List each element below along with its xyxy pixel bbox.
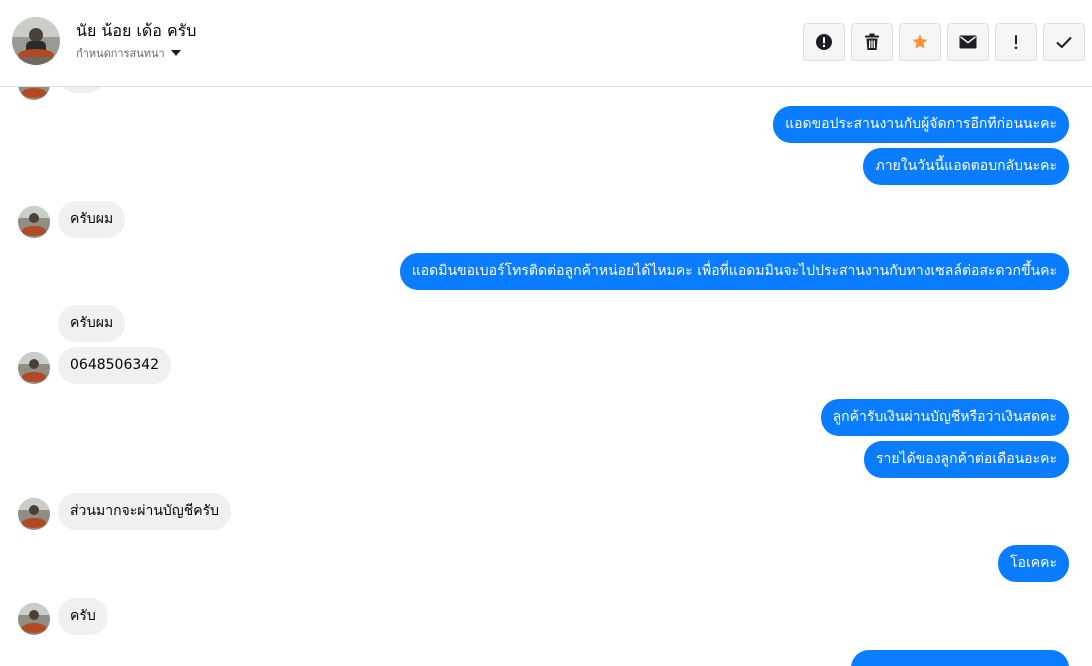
- message-bubble-outgoing: รายได้ของลูกค้าต่อเดือนอะคะ: [864, 441, 1069, 478]
- mark-unread-button[interactable]: [947, 23, 989, 61]
- message-thread: แอดขอประสานงานกับผู้จัดการอีกทีก่อนนะคะ …: [0, 87, 1092, 666]
- important-button[interactable]: [995, 23, 1037, 61]
- avatar[interactable]: [12, 17, 60, 65]
- message-bubble-incoming: ครับ: [58, 598, 108, 635]
- avatar: [18, 87, 50, 100]
- message-bubble-partial: [851, 650, 1069, 666]
- alert-circle-icon: [816, 34, 832, 50]
- message-bubble-outgoing: แอดขอประสานงานกับผู้จัดการอีกทีก่อนนะคะ: [773, 106, 1069, 143]
- envelope-icon: [959, 35, 977, 49]
- check-icon: [1056, 36, 1072, 48]
- contact-name: นัย น้อย เด้อ ครับ: [76, 21, 197, 40]
- schedule-dropdown[interactable]: กำหนดการสนทนา: [76, 44, 181, 62]
- message-bubble-incoming: 0648506342: [58, 347, 172, 384]
- toolbar: [803, 23, 1085, 61]
- message-bubble-outgoing: ลูกค้ารับเงินผ่านบัญชีหรือว่าเงินสดคะ: [820, 399, 1069, 436]
- star-button[interactable]: [899, 23, 941, 61]
- message-bubble-incoming: ครับผม: [58, 305, 126, 342]
- avatar: [18, 498, 50, 530]
- caret-down-icon: [170, 50, 181, 56]
- exclamation-icon: [1014, 35, 1018, 50]
- conversation-header: นัย น้อย เด้อ ครับ กำหนดการสนทนา: [0, 0, 1092, 87]
- report-button[interactable]: [803, 23, 845, 61]
- star-icon: [912, 34, 928, 49]
- delete-button[interactable]: [851, 23, 893, 61]
- avatar: [18, 206, 50, 238]
- schedule-label: กำหนดการสนทนา: [76, 47, 165, 60]
- message-bubble-outgoing: แอดมินขอเบอร์โทรติดต่อลูกค้าหน่อยได้ไหมค…: [399, 253, 1069, 290]
- trash-icon: [865, 33, 879, 50]
- message-bubble-incoming: ส่วนมากจะผ่านบัญชีครับ: [58, 493, 231, 530]
- message-bubble-partial: [58, 87, 106, 93]
- avatar: [18, 603, 50, 635]
- message-bubble-outgoing: โอเคคะ: [998, 545, 1069, 582]
- done-button[interactable]: [1043, 23, 1085, 61]
- avatar: [18, 352, 50, 384]
- message-bubble-incoming: ครับผม: [58, 201, 126, 238]
- message-bubble-outgoing: ภายในวันนี้แอดตอบกลับนะคะ: [863, 148, 1069, 185]
